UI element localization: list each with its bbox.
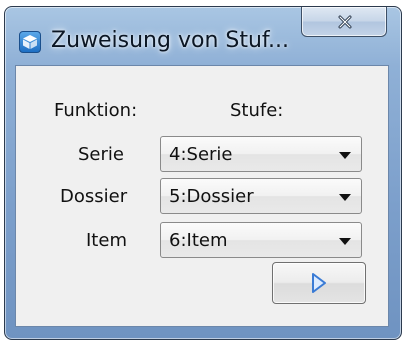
level-column-header: Stufe: [230, 100, 284, 121]
close-x-icon [338, 15, 352, 29]
close-button[interactable] [301, 7, 387, 37]
level-select-serie[interactable]: 4:Serie [160, 136, 362, 172]
dialog-content: Funktion: Stufe: Serie 4:Serie Dossier 5… [15, 65, 389, 327]
function-label-dossier: Dossier [60, 186, 128, 207]
title-bar[interactable]: Zuweisung von Stuf... [5, 7, 401, 63]
dialog-window: Zuweisung von Stuf... Funktion: Stufe: S… [4, 6, 402, 340]
next-button[interactable] [272, 262, 366, 304]
level-select-serie-value: 4:Serie [169, 144, 233, 165]
chevron-down-icon [339, 152, 351, 159]
level-select-dossier[interactable]: 5:Dossier [160, 178, 362, 214]
level-select-dossier-value: 5:Dossier [169, 186, 254, 207]
level-select-item[interactable]: 6:Item [160, 222, 362, 258]
play-triangle-icon [312, 273, 326, 293]
function-column-header: Funktion: [54, 100, 138, 121]
function-label-item: Item [86, 230, 127, 251]
chevron-down-icon [339, 194, 351, 201]
window-title: Zuweisung von Stuf... [51, 28, 290, 53]
cube-app-icon [19, 31, 41, 53]
level-select-item-value: 6:Item [169, 230, 228, 251]
function-label-serie: Serie [78, 144, 124, 165]
chevron-down-icon [339, 238, 351, 245]
